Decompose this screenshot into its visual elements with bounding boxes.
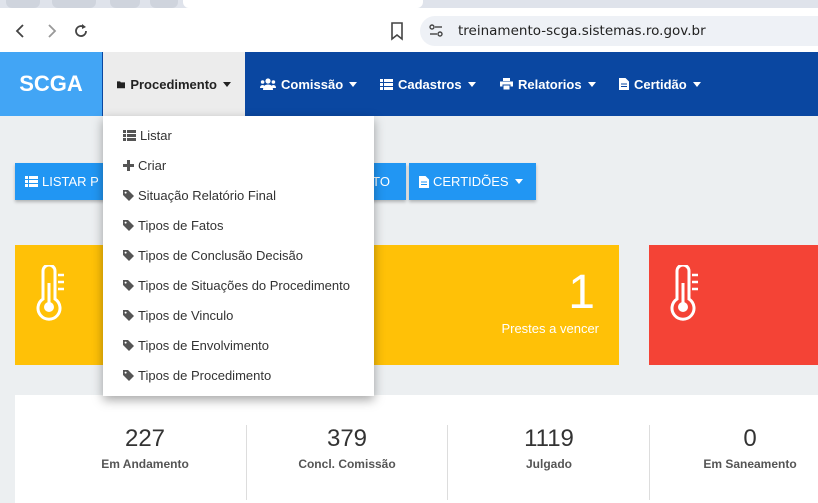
stat-concl-comissao: 379 Concl. Comissão <box>247 425 447 471</box>
menu-procedimento-label: Procedimento <box>130 76 217 92</box>
caret-down-icon <box>223 81 231 87</box>
tag-icon <box>123 279 134 291</box>
card-red[interactable] <box>649 245 818 365</box>
bookmark-icon[interactable] <box>388 21 406 41</box>
stat-label: Julgado <box>525 457 572 471</box>
list-icon <box>380 78 393 90</box>
thermometer-icon <box>36 265 64 321</box>
dropdown-item-tipos-de-fatos[interactable]: Tipos de Fatos <box>103 210 374 240</box>
listar-button[interactable]: LISTAR P <box>15 163 115 200</box>
stat-label: Concl. Comissão <box>298 457 396 471</box>
caret-down-icon <box>349 81 358 87</box>
dropdown-item-tipos-de-situacoes-do-procedimento[interactable]: Tipos de Situações do Procedimento <box>103 270 374 300</box>
browser-tab[interactable] <box>110 0 140 8</box>
menu-certidao-label: Certidão <box>634 76 687 92</box>
folder-icon <box>117 80 126 88</box>
app-navbar: SCGA Procedimento Comissão Cadastros Rel… <box>0 52 818 116</box>
dropdown-item-label: Tipos de Procedimento <box>138 367 272 383</box>
dropdown-item-listar[interactable]: Listar <box>103 120 374 150</box>
middle-button-label: TO <box>372 174 390 189</box>
dropdown-item-label: Tipos de Vinculo <box>138 307 234 323</box>
certidoes-button-label: CERTIDÕES <box>433 174 509 189</box>
stat-label: Em Andamento <box>101 457 189 471</box>
caret-down-icon <box>467 81 476 87</box>
stat-value: 227 <box>124 425 166 452</box>
card-count: 1 <box>568 266 595 319</box>
tag-icon <box>123 369 134 381</box>
browser-tab[interactable] <box>150 0 178 8</box>
browser-tab[interactable] <box>6 0 40 8</box>
stat-value: 1119 <box>524 425 574 452</box>
procedimento-dropdown: Listar Criar Situação Relatório Final Ti… <box>103 116 374 396</box>
browser-tab-strip <box>0 0 818 8</box>
print-icon <box>500 78 513 90</box>
dropdown-item-label: Criar <box>138 157 167 173</box>
menu-procedimento[interactable]: Procedimento <box>103 52 245 116</box>
dropdown-item-criar[interactable]: Criar <box>103 150 374 180</box>
dropdown-item-situacao-relatorio-final[interactable]: Situação Relatório Final <box>103 180 374 210</box>
plus-icon <box>123 159 134 171</box>
tag-icon <box>123 309 134 321</box>
dropdown-item-tipos-de-envolvimento[interactable]: Tipos de Envolvimento <box>103 330 374 360</box>
users-icon <box>260 78 276 90</box>
stat-value: 0 <box>743 425 757 452</box>
list-icon <box>123 129 136 141</box>
list-icon <box>25 176 38 187</box>
menu-cadastros[interactable]: Cadastros <box>366 52 490 116</box>
address-bar[interactable]: treinamento-scga.sistemas.ro.gov.br <box>420 16 818 46</box>
dropdown-item-tipos-de-procedimento[interactable]: Tipos de Procedimento <box>103 360 374 390</box>
menu-cadastros-label: Cadastros <box>398 76 462 92</box>
dropdown-item-tipos-de-vinculo[interactable]: Tipos de Vinculo <box>103 300 374 330</box>
caret-down-icon <box>692 81 701 87</box>
dropdown-item-tipos-de-conclusao-decisao[interactable]: Tipos de Conclusão Decisão <box>103 240 374 270</box>
brand-logo[interactable]: SCGA <box>0 52 102 116</box>
menu-comissao[interactable]: Comissão <box>246 52 371 116</box>
file-icon <box>419 175 429 188</box>
browser-tab[interactable] <box>52 0 96 8</box>
menu-comissao-label: Comissão <box>281 76 344 92</box>
reload-icon[interactable] <box>70 20 92 42</box>
dropdown-item-label: Situação Relatório Final <box>138 187 277 203</box>
dropdown-item-label: Tipos de Conclusão Decisão <box>138 247 303 263</box>
tag-icon <box>123 339 134 351</box>
dropdown-item-label: Tipos de Envolvimento <box>138 337 270 353</box>
site-settings-icon[interactable] <box>428 23 444 39</box>
dropdown-item-label: Tipos de Situações do Procedimento <box>138 277 350 293</box>
tag-icon <box>123 249 134 261</box>
menu-relatorios-label: Relatorios <box>518 76 582 92</box>
tag-icon <box>123 219 134 231</box>
caret-down-icon <box>514 179 523 184</box>
url-text[interactable]: treinamento-scga.sistemas.ro.gov.br <box>458 23 706 39</box>
stat-em-andamento: 227 Em Andamento <box>45 425 245 471</box>
dropdown-item-label: Tipos de Fatos <box>138 217 224 233</box>
tag-icon <box>123 189 134 201</box>
forward-icon[interactable] <box>40 20 62 42</box>
menu-certidao[interactable]: Certidão <box>605 52 715 116</box>
stat-julgado: 1119 Julgado <box>449 425 649 471</box>
stat-label: Em Saneamento <box>703 457 797 471</box>
menu-relatorios[interactable]: Relatorios <box>486 52 610 116</box>
browser-toolbar: treinamento-scga.sistemas.ro.gov.br <box>0 8 818 52</box>
dropdown-item-label: Listar <box>140 127 172 143</box>
stat-em-saneamento: 0 Em Saneamento <box>650 425 818 471</box>
listar-button-label: LISTAR P <box>42 174 99 189</box>
certidoes-button[interactable]: CERTIDÕES <box>409 163 536 200</box>
card-label: Prestes a vencer <box>501 321 599 336</box>
thermometer-icon <box>670 265 698 321</box>
stats-panel: 227 Em Andamento 379 Concl. Comissão 111… <box>15 395 818 503</box>
stat-value: 379 <box>326 425 368 452</box>
browser-tab-active[interactable] <box>183 0 423 8</box>
caret-down-icon <box>587 81 596 87</box>
file-icon <box>619 78 629 90</box>
stat-divider <box>447 425 448 500</box>
back-icon[interactable] <box>10 20 32 42</box>
